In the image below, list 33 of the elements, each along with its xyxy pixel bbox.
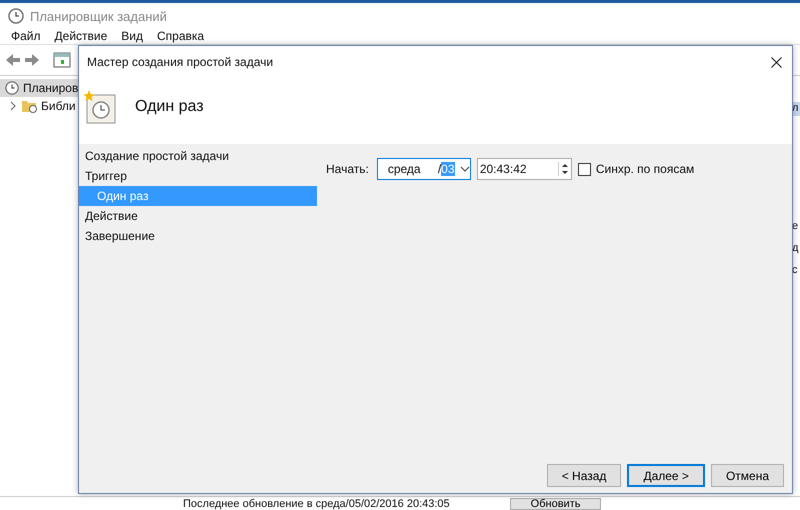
menu-item[interactable]: Файл — [11, 29, 41, 43]
chevron-icon[interactable] — [9, 101, 17, 111]
close-icon[interactable] — [771, 56, 782, 68]
menu-item[interactable]: Действие — [54, 29, 108, 43]
folder-clock-icon — [21, 99, 37, 113]
dialog-title: Мастер создания простой задачи — [87, 55, 274, 69]
clock-icon — [5, 81, 19, 95]
wizard-step[interactable]: Создание простой задачи — [79, 146, 317, 166]
forward-arrow-icon[interactable] — [24, 53, 40, 67]
wizard-step[interactable]: Действие — [79, 206, 317, 226]
calendar-clock-icon — [83, 89, 117, 125]
status-text: Последнее обновление в среда/05/02/2016 20:43:05 — [183, 498, 450, 510]
page-heading: Один раз — [135, 98, 204, 116]
wizard-step[interactable]: Триггер — [79, 166, 317, 186]
dialog-button[interactable]: < Назад — [546, 464, 622, 487]
start-label: Начать: — [326, 162, 369, 176]
back-arrow-icon[interactable] — [5, 53, 21, 67]
dropdown-icon[interactable] — [460, 166, 470, 172]
sync-checkbox[interactable] — [578, 162, 591, 176]
date-picker[interactable]: среда /03 — [376, 158, 471, 180]
wizard-step[interactable]: Завершение — [79, 226, 317, 246]
refresh-button[interactable]: Обновить — [510, 498, 602, 510]
menu-item[interactable]: Вид — [121, 29, 143, 43]
calendar-icon[interactable] — [53, 52, 71, 68]
window-title: Планировщик заданий — [30, 8, 167, 24]
time-spinner[interactable]: 20:43:42 — [476, 158, 572, 180]
clock-icon — [8, 8, 24, 24]
checkbox-label: Синхр. по поясам — [596, 162, 694, 176]
menu-item[interactable]: Справка — [157, 29, 204, 43]
dialog-button[interactable]: Отмена — [710, 464, 784, 487]
tree-item[interactable]: Планиров — [0, 79, 80, 97]
tree-item[interactable]: Библи — [0, 97, 80, 115]
dialog-button[interactable]: Далее > — [627, 464, 705, 487]
